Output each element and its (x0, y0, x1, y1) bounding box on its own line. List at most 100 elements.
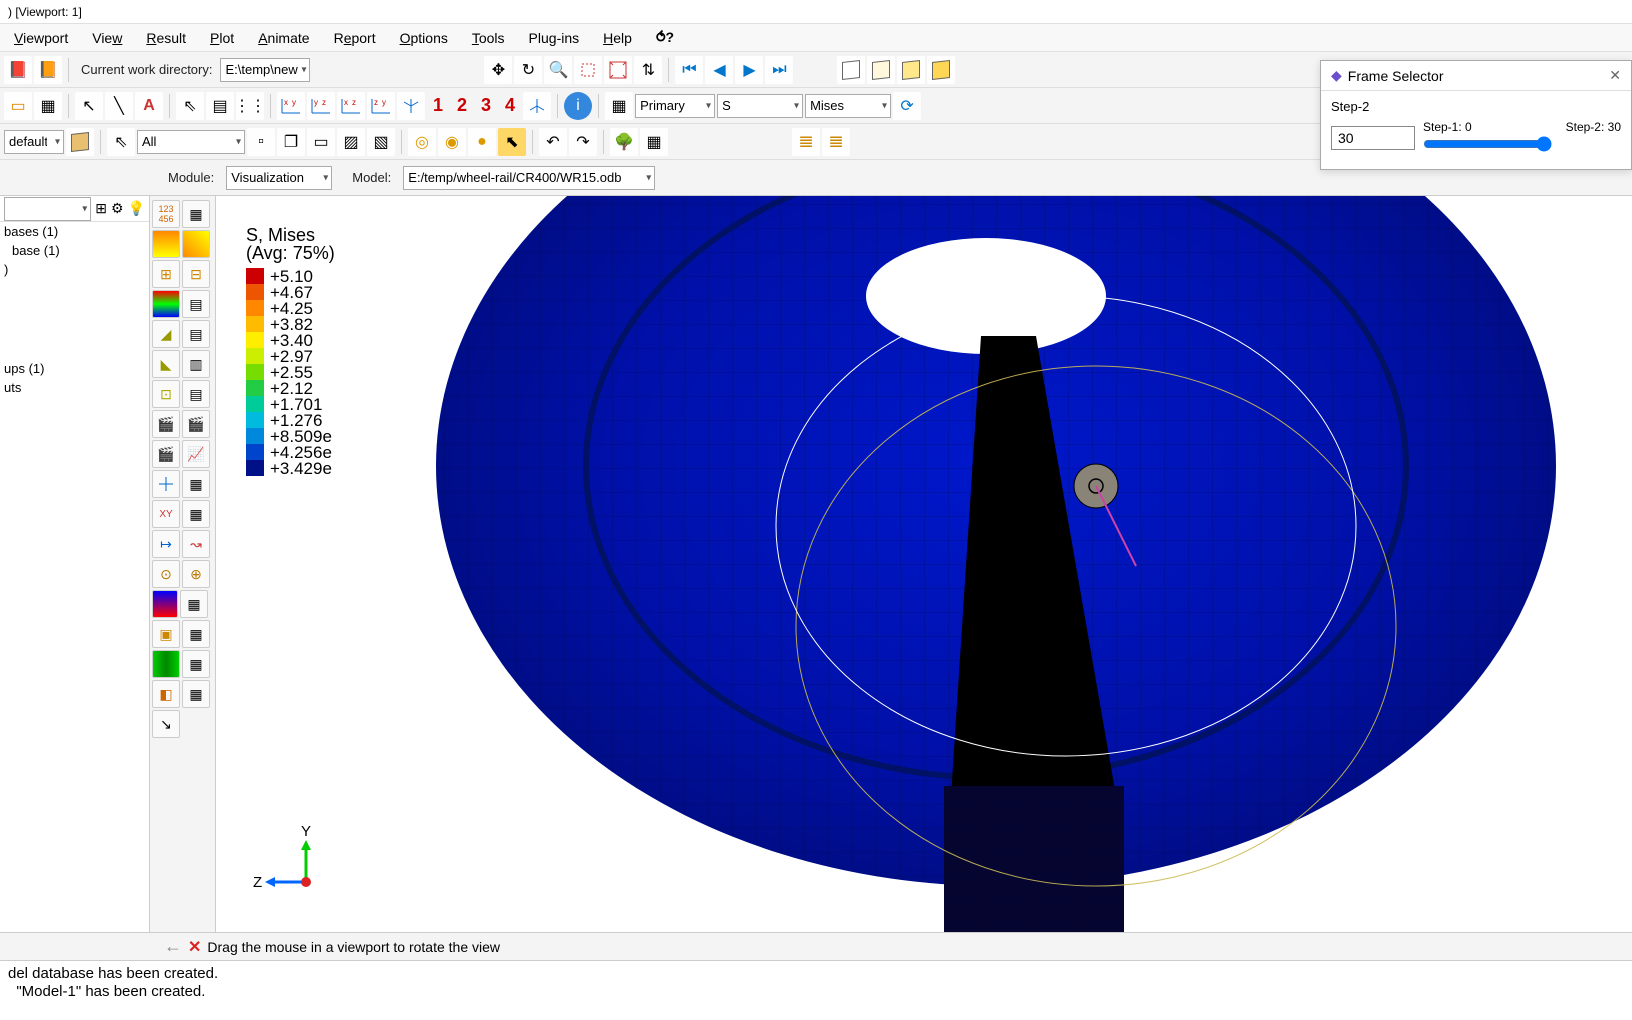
menu-help[interactable]: Help (593, 26, 642, 50)
csys-xz-icon[interactable]: xz (337, 92, 365, 120)
shaded-edges-icon[interactable] (927, 56, 955, 84)
frame-value-input[interactable] (1331, 126, 1415, 150)
tree-paren[interactable]: ) (0, 260, 149, 279)
open-icon-2[interactable]: 📙 (34, 56, 62, 84)
model-select[interactable] (403, 166, 655, 190)
pal-contour-icon[interactable] (152, 290, 180, 318)
next-frame-icon[interactable]: ▶ (735, 56, 763, 84)
pal-deform2-icon[interactable]: ▤ (182, 320, 210, 348)
grid2-icon[interactable]: ▦ (605, 92, 633, 120)
open-odb-icon[interactable]: 📕 (4, 56, 32, 84)
tree-base[interactable]: base (1) (0, 241, 149, 260)
pal-section2-icon[interactable]: ▥ (182, 350, 210, 378)
iso-icon[interactable] (397, 92, 425, 120)
pal-section1-icon[interactable]: ◣ (152, 350, 180, 378)
pal-layer-opt-icon[interactable]: ▦ (182, 620, 210, 648)
csys-xy-icon[interactable]: xy (277, 92, 305, 120)
cancel-icon[interactable]: ✕ (188, 937, 201, 957)
pal-axes-icon[interactable] (152, 470, 180, 498)
pal-overlay2-icon[interactable]: ▤ (182, 380, 210, 408)
tree-opts-icon[interactable]: ⚙ (111, 200, 124, 217)
undo-icon[interactable]: ↶ (539, 128, 567, 156)
dots-icon[interactable]: ⋮⋮ (236, 92, 264, 120)
pal-color1-icon[interactable] (152, 230, 180, 258)
pal-contour-opt-icon[interactable]: ▤ (182, 290, 210, 318)
csys-zy-icon[interactable]: zy (367, 92, 395, 120)
pal-path-icon[interactable]: ↦ (152, 530, 180, 558)
close-icon[interactable]: ✕ (1609, 67, 1621, 84)
tree-toggle-icon[interactable]: 🌳 (610, 128, 638, 156)
first-frame-icon[interactable]: ⏮ (675, 56, 703, 84)
tree-filter[interactable] (4, 197, 91, 221)
pal-mesh2-icon[interactable]: ⊟ (182, 260, 210, 288)
help-what-icon[interactable]: ⥀? (646, 25, 684, 50)
refresh-icon[interactable]: ⟳ (893, 92, 921, 120)
grid-icon[interactable]: ▦ (34, 92, 62, 120)
pal-layer-icon[interactable]: ▣ (152, 620, 180, 648)
menu-viewport[interactable]: Viewport (4, 26, 78, 50)
table2-icon[interactable]: ▦ (640, 128, 668, 156)
defaults-select[interactable] (4, 130, 64, 154)
iso2-icon[interactable] (523, 92, 551, 120)
pointer-icon[interactable]: ⇖ (107, 128, 135, 156)
pal-movie-icon[interactable]: 🎬 (152, 410, 180, 438)
rail1-icon[interactable]: 𝌆 (792, 128, 820, 156)
rect-icon[interactable]: ▭ (4, 92, 32, 120)
menu-options[interactable]: Options (390, 26, 458, 50)
page1-icon[interactable]: ▫ (247, 128, 275, 156)
tree-bases[interactable]: bases (1) (0, 222, 149, 241)
hatch2-icon[interactable]: ▧ (367, 128, 395, 156)
menu-plugins[interactable]: Plug-ins (519, 26, 590, 50)
last-frame-icon[interactable]: ⏭ (765, 56, 793, 84)
pal-grid-icon[interactable]: ▦ (182, 200, 210, 228)
pages-icon[interactable]: ❐ (277, 128, 305, 156)
menu-tools[interactable]: Tools (462, 26, 515, 50)
zoom-icon[interactable]: 🔍 (544, 56, 572, 84)
module-select[interactable] (226, 166, 332, 190)
view-3-button[interactable]: 3 (475, 95, 497, 116)
pal-iso1-icon[interactable] (152, 650, 180, 678)
hidden-icon[interactable] (867, 56, 895, 84)
rail2-icon[interactable]: 𝌆 (822, 128, 850, 156)
pal-xy-icon[interactable]: XY (152, 500, 180, 528)
view-2-button[interactable]: 2 (451, 95, 473, 116)
pal-iso-opt-icon[interactable]: ▦ (182, 650, 210, 678)
pal-nums-icon[interactable]: 123456 (152, 200, 180, 228)
menu-view[interactable]: View (82, 26, 132, 50)
pal-spectrum-opt-icon[interactable]: ▦ (180, 590, 208, 618)
tree-ups[interactable]: ups (1) (0, 359, 149, 378)
cycle-views-icon[interactable]: ⇅ (634, 56, 662, 84)
info-icon[interactable]: i (564, 92, 592, 120)
pal-overlay1-icon[interactable]: ⊡ (152, 380, 180, 408)
fit-icon[interactable] (604, 56, 632, 84)
cursor-sel-icon[interactable]: ⬉ (498, 128, 526, 156)
pal-cut-opt-icon[interactable]: ▦ (182, 680, 210, 708)
csys-yz-icon[interactable]: yz (307, 92, 335, 120)
variable-select[interactable] (717, 94, 803, 118)
package-icon[interactable] (66, 128, 94, 156)
circles1-icon[interactable]: ◎ (408, 128, 436, 156)
hatch1-icon[interactable]: ▨ (337, 128, 365, 156)
pal-timehist2-icon[interactable]: 📈 (182, 440, 210, 468)
prev-frame-icon[interactable]: ◀ (705, 56, 733, 84)
pal-spectrum-icon[interactable] (152, 590, 178, 618)
filter-select[interactable] (137, 130, 245, 154)
pal-more-icon[interactable]: ↘ (152, 710, 180, 738)
primary-select[interactable] (635, 94, 715, 118)
pal-xyopt-icon[interactable]: ▦ (182, 500, 210, 528)
work-dir-input[interactable] (220, 58, 310, 82)
pal-axesopt-icon[interactable]: ▦ (182, 470, 210, 498)
circle-icon[interactable]: ● (468, 128, 496, 156)
boxzoom-icon[interactable] (574, 56, 602, 84)
menu-report[interactable]: Report (324, 26, 386, 50)
pal-mesh1-icon[interactable]: ⊞ (152, 260, 180, 288)
pal-save-movie-icon[interactable]: 🎬 (182, 410, 210, 438)
viewport-1[interactable]: S, Mises (Avg: 75%) +5.10+4.67+4.25+3.82… (216, 196, 1632, 932)
dashedrect-icon[interactable]: ▭ (307, 128, 335, 156)
rotate-icon[interactable]: ↻ (514, 56, 542, 84)
pal-path2-icon[interactable]: ↝ (182, 530, 210, 558)
frame-selector-titlebar[interactable]: ◆ Frame Selector ✕ (1321, 61, 1631, 91)
shaded-icon[interactable] (897, 56, 925, 84)
menu-animate[interactable]: Animate (248, 26, 319, 50)
arrow-tool-icon[interactable]: ↖ (75, 92, 103, 120)
